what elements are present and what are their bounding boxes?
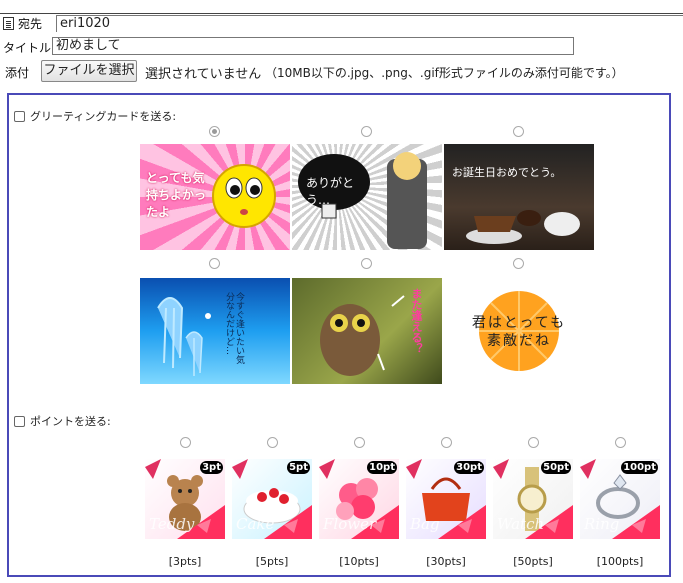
point-4-caption: [30pts] <box>426 555 466 568</box>
gift-panel: グリーティングカードを送る: とっても気持ちよかったよ ありがとう… お誕生日お… <box>7 93 671 577</box>
jellyfish-icon <box>157 297 211 376</box>
points-checkbox[interactable] <box>14 415 25 427</box>
point-6-caption: [100pts] <box>596 555 644 568</box>
card-1-text: とっても気持ちよかったよ <box>146 171 207 219</box>
card-radio-2[interactable] <box>361 126 372 137</box>
greeting-card-3[interactable]: お誕生日おめでとう。 <box>444 144 594 250</box>
point-item-6[interactable]: Ring 100pt <box>580 459 660 539</box>
greeting-card-2[interactable]: ありがとう… <box>292 144 442 250</box>
point-radio-6[interactable] <box>615 437 626 448</box>
point-item-3[interactable]: Flower 10pt <box>319 459 399 539</box>
greeting-label: グリーティングカードを送る: <box>30 110 177 123</box>
card-2-text: ありがとう… <box>306 176 355 207</box>
card-4-text: 今すぐ逢いたい気分なんだけど… <box>224 292 244 364</box>
point-2-caption: [5pts] <box>255 555 289 568</box>
point-5-script: Watch <box>497 515 545 533</box>
to-field[interactable]: eri1020 <box>56 15 683 32</box>
file-status: 選択されていません <box>145 67 262 82</box>
document-icon <box>3 17 14 30</box>
point-5-badge: 50pt <box>541 461 571 474</box>
greeting-section-label: グリーティングカードを送る: <box>14 108 176 124</box>
point-2-script: Cake <box>236 515 275 533</box>
to-label: 宛先 <box>18 17 43 31</box>
points-label: ポイントを送る: <box>30 415 111 428</box>
card-3-text: お誕生日おめでとう。 <box>452 166 562 179</box>
point-1-badge: 3pt <box>200 461 223 474</box>
point-radio-4[interactable] <box>441 437 452 448</box>
greeting-card-1[interactable]: とっても気持ちよかったよ <box>140 144 290 250</box>
card-radio-1[interactable] <box>209 126 220 137</box>
point-radio-3[interactable] <box>354 437 365 448</box>
title-label: タイトル <box>3 41 52 55</box>
point-3-script: Flower <box>323 515 377 533</box>
card-radio-4[interactable] <box>209 258 220 269</box>
point-item-5[interactable]: Watch 50pt <box>493 459 573 539</box>
card-radio-3[interactable] <box>513 126 524 137</box>
card-radio-5[interactable] <box>361 258 372 269</box>
point-2-badge: 5pt <box>287 461 310 474</box>
point-1-caption: [3pts] <box>168 555 202 568</box>
attach-row: 添付 <box>5 64 29 81</box>
file-note: （10MB以下の.jpg、.png、.gif形式ファイルのみ添付可能です。） <box>265 66 624 80</box>
header-rule <box>0 13 683 14</box>
point-radio-2[interactable] <box>267 437 278 448</box>
point-5-caption: [50pts] <box>513 555 553 568</box>
choose-file-button[interactable]: ファイルを選択 <box>41 60 137 82</box>
card-5-text: また逢える？ <box>410 288 423 354</box>
point-radio-1[interactable] <box>180 437 191 448</box>
point-4-badge: 30pt <box>454 461 484 474</box>
point-radio-5[interactable] <box>528 437 539 448</box>
attach-label: 添付 <box>5 66 30 80</box>
point-1-script: Teddy <box>149 515 195 533</box>
greeting-checkbox[interactable] <box>14 110 25 122</box>
title-row: タイトル <box>3 39 51 56</box>
point-item-1[interactable]: Teddy 3pt <box>145 459 225 539</box>
point-item-4[interactable]: Bag 30pt <box>406 459 486 539</box>
greeting-card-6[interactable]: 君はとっても素敵だね <box>444 278 594 384</box>
to-row: 宛先 <box>0 15 42 32</box>
points-section-label: ポイントを送る: <box>14 413 111 429</box>
greeting-card-5[interactable]: また逢える？ <box>292 278 442 384</box>
title-input[interactable]: 初めまして <box>52 37 574 55</box>
point-6-script: Ring <box>584 515 620 533</box>
ribbon-icon <box>438 505 486 539</box>
greeting-card-4[interactable]: 今すぐ逢いたい気分なんだけど… <box>140 278 290 384</box>
card-radio-6[interactable] <box>513 258 524 269</box>
point-6-badge: 100pt <box>621 461 658 474</box>
card-6-text: 君はとっても素敵だね <box>471 315 567 349</box>
point-3-caption: [10pts] <box>339 555 379 568</box>
point-3-badge: 10pt <box>367 461 397 474</box>
cake-icon <box>466 210 580 244</box>
point-4-script: Bag <box>410 515 440 533</box>
point-item-2[interactable]: Cake 5pt <box>232 459 312 539</box>
